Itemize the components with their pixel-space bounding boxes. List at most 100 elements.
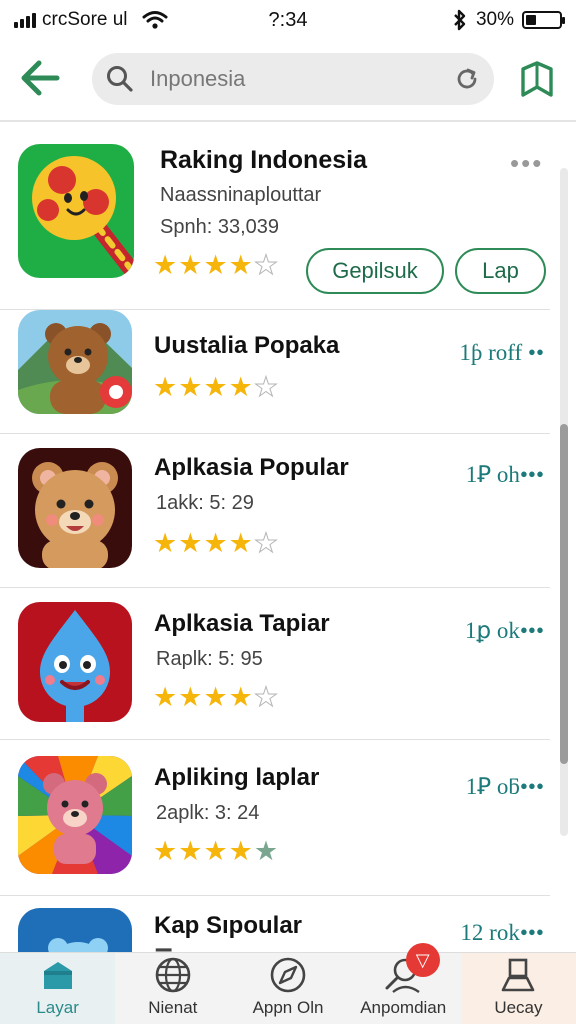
download-count[interactable]: 12 rok••• <box>460 920 544 946</box>
status-bar: crcSore ul ?:34 30% <box>0 0 576 40</box>
back-button[interactable] <box>14 56 66 100</box>
bottom-navigation: Layar Nienat Appn Oln ▽ Anpomdian Uecay <box>0 943 576 1024</box>
download-count[interactable]: 1ꝑ ok••• <box>465 618 544 644</box>
star-icon: ★ <box>153 836 178 866</box>
star-icon: ★ <box>178 250 203 280</box>
star-icon: ★ <box>228 372 253 402</box>
scrollbar-thumb[interactable] <box>560 424 568 764</box>
notification-badge[interactable]: ▽ <box>405 943 440 977</box>
rating-stars: ★ ★ ★ ★ ★ <box>153 528 279 558</box>
app-title[interactable]: Aplkasia Popular <box>154 454 349 482</box>
star-empty-icon: ★ <box>253 250 279 280</box>
star-icon: ★ <box>203 836 228 866</box>
bear-icon <box>18 448 132 568</box>
rating-stars: ★ ★ ★ ★ ★ <box>153 372 279 402</box>
back-arrow-icon <box>21 60 60 96</box>
map-bookmark-button[interactable] <box>514 56 560 102</box>
rating-stars: ★ ★ ★ ★ ★ <box>153 682 279 712</box>
action-button-primary[interactable]: Gepilsuk <box>306 248 444 294</box>
star-partial-icon: ★ <box>253 836 279 866</box>
app-subtitle: 2aplk: 3: 24 <box>156 802 260 824</box>
search-bar[interactable] <box>92 53 494 105</box>
bear-icon <box>18 310 132 414</box>
download-count[interactable]: 1ƥ roff •• <box>459 340 544 366</box>
download-count[interactable]: 1Ꝑ oƃ••• <box>466 774 544 800</box>
refresh-icon[interactable] <box>454 66 480 92</box>
star-icon: ★ <box>228 682 253 712</box>
star-icon: ★ <box>178 372 203 402</box>
star-icon: ★ <box>153 372 178 402</box>
download-count[interactable]: 1Ꝑ oh••• <box>466 462 544 488</box>
rating-stars: ★ ★ ★ ★ ★ <box>153 838 278 865</box>
wifi-icon <box>142 11 168 29</box>
list-item[interactable]: Aplkasia Tapiar Raplk: 5: 95 ★ ★ ★ ★ ★ 1ꝑ ok… <box>0 588 550 740</box>
carrier-name: crcSore ul <box>42 9 128 30</box>
star-icon: ★ <box>178 528 203 558</box>
star-empty-icon: ★ <box>253 682 279 712</box>
blue-character-icon <box>18 908 132 952</box>
nav-label: Uecay <box>494 998 543 1017</box>
app-icon-apliking[interactable] <box>18 756 132 874</box>
list-item[interactable]: Uustalia Popaka ★ ★ ★ ★ ★ 1ƥ roff •• <box>0 310 550 434</box>
list-item[interactable]: Apliking laplar 2aplk: 3: 24 ★ ★ ★ ★ ★ 1Ꝑ oƃ… <box>0 740 550 896</box>
app-subtitle: Raplk: 5: 95 <box>156 648 263 670</box>
battery-percent: 30% <box>475 9 514 30</box>
app-icon-uustalia[interactable] <box>18 310 132 414</box>
nav-label: Layar <box>36 998 79 1017</box>
globe-icon <box>155 957 191 993</box>
app-list[interactable]: Raking Indonesia ••• Naassninaplouttar S… <box>0 122 576 952</box>
signal-icon <box>14 12 36 28</box>
star-icon: ★ <box>228 250 253 280</box>
star-empty-icon: ★ <box>253 372 279 402</box>
badge-icon: ▽ <box>415 949 430 970</box>
nav-tab-layar[interactable]: Layar <box>0 953 116 1024</box>
star-icon: ★ <box>153 250 178 280</box>
star-icon: ★ <box>178 682 203 712</box>
action-button-secondary[interactable]: Lap <box>455 248 546 294</box>
search-input[interactable] <box>150 66 454 92</box>
app-subtitle: Naassninaplouttar <box>160 184 322 206</box>
rating-stars: ★ ★ ★ ★ ★ <box>153 250 279 280</box>
app-icon-raking[interactable] <box>18 144 134 278</box>
lolly-icon <box>18 144 134 278</box>
app-subtitle: 1akk: 5: 29 <box>156 492 254 514</box>
app-title[interactable]: Aplkasia Tapiar <box>154 610 330 638</box>
nav-tab-nienat[interactable]: Nienat <box>115 953 230 1024</box>
scrollbar[interactable] <box>560 168 568 836</box>
star-icon: ★ <box>178 836 203 866</box>
app-title[interactable]: Uustalia Popaka <box>154 332 339 360</box>
more-options-icon[interactable]: ••• <box>510 148 543 179</box>
map-bookmark-icon <box>521 61 553 97</box>
battery-icon <box>522 11 565 29</box>
app-title[interactable]: Apliking laplar <box>154 764 319 792</box>
user-icon <box>502 958 535 992</box>
top-bar <box>0 44 576 120</box>
bluetooth-icon <box>454 9 466 31</box>
rainbow-bear-icon <box>18 756 132 874</box>
star-icon: ★ <box>203 682 228 712</box>
app-icon-kap[interactable] <box>18 908 132 952</box>
star-icon: ★ <box>153 528 178 558</box>
app-icon-aplkasia-tapiar[interactable] <box>18 602 132 722</box>
nav-tab-anpomdian[interactable]: ▽ Anpomdian <box>346 943 461 1024</box>
nav-label: Appn Oln <box>252 998 324 1017</box>
star-icon: ★ <box>228 836 253 866</box>
list-item[interactable]: Raking Indonesia ••• Naassninaplouttar S… <box>0 122 550 310</box>
list-item[interactable]: Kap Sıpoular ▔ ▁▁▁ ▁ ▁ 12 rok••• <box>0 896 550 952</box>
nav-tab-uecay[interactable]: Uecay <box>460 953 576 1024</box>
star-empty-icon: ★ <box>253 528 279 558</box>
nav-label: Anpomdian <box>360 998 447 1017</box>
star-icon: ★ <box>203 528 228 558</box>
list-item[interactable]: Aplkasia Popular 1akk: 5: 29 ★ ★ ★ ★ ★ 1Ꝑ oh… <box>0 434 550 588</box>
star-icon: ★ <box>203 250 228 280</box>
app-title[interactable]: Kap Sıpoular <box>154 912 302 940</box>
search-icon <box>107 66 133 92</box>
app-detail: Spnh: 33,039 <box>160 216 279 238</box>
store-icon <box>43 962 72 989</box>
app-icon-aplkasia-popular[interactable] <box>18 448 132 568</box>
star-icon: ★ <box>228 528 253 558</box>
droplet-icon <box>18 602 132 722</box>
nav-tab-appn-oln[interactable]: Appn Oln <box>230 953 345 1024</box>
star-icon: ★ <box>153 682 178 712</box>
app-title[interactable]: Raking Indonesia <box>160 146 367 175</box>
